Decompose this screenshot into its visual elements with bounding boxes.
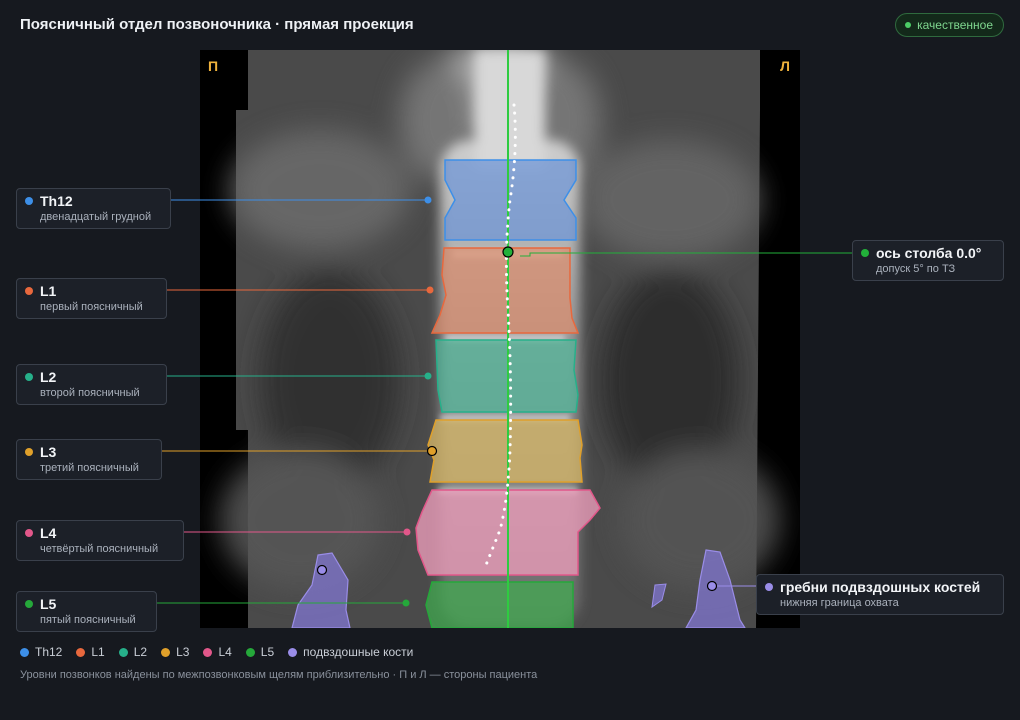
callout-l1-name: L1 — [40, 283, 57, 299]
l2-dot-icon — [25, 373, 33, 381]
patient-right-marker: П — [208, 58, 219, 74]
legend-item-th12[interactable]: Th12 — [20, 645, 62, 659]
legend-item-l3[interactable]: L3 — [161, 645, 189, 659]
legend-item-l2[interactable]: L2 — [118, 645, 148, 659]
callout-l2-name: L2 — [40, 369, 57, 385]
legend-dot-icon — [76, 647, 86, 657]
callout-iliac-sub: нижняя граница охвата — [780, 597, 899, 609]
callout-l4-sub: четвёртый поясничный — [40, 543, 159, 555]
callout-th12[interactable]: Th12 двенадцатый грудной — [16, 188, 171, 229]
legend-label: Th12 — [35, 645, 63, 659]
callout-l3-sub: третий поясничный — [40, 462, 139, 474]
legend-dot-icon — [118, 647, 128, 657]
callout-l2-sub: второй поясничный — [40, 387, 140, 399]
legend-dot-icon — [20, 647, 29, 657]
callout-iliac-name: гребни подвздошных костей — [780, 579, 981, 595]
legend-label: подвздошные кости — [303, 645, 414, 659]
th12-dot-icon — [25, 197, 33, 205]
page-title: Поясничный отдел позвоночника · прямая п… — [20, 16, 414, 33]
legend-label: L2 — [133, 645, 148, 659]
legend-dot-icon — [245, 647, 255, 657]
l4-dot-icon — [25, 529, 33, 537]
legend-dot-icon — [203, 647, 213, 657]
callout-l4[interactable]: L4 четвёртый поясничный — [16, 520, 184, 561]
legend-label: L5 — [260, 645, 275, 659]
legend-dot-icon — [161, 647, 171, 657]
callout-l5-name: L5 — [40, 596, 57, 612]
quality-badge-label: качественное — [917, 18, 993, 32]
callout-l3-name: L3 — [40, 444, 57, 460]
l3-dot-icon — [25, 448, 33, 456]
callout-l1[interactable]: L1 первый поясничный — [16, 278, 167, 319]
callout-l5[interactable]: L5 пятый поясничный — [16, 591, 157, 632]
status-dot-icon — [905, 22, 912, 28]
quality-badge: качественное — [895, 13, 1004, 37]
legend-label: L4 — [218, 645, 232, 659]
callout-l3[interactable]: L3 третий поясничный — [16, 439, 162, 480]
legend-item-l1[interactable]: L1 — [76, 645, 105, 659]
callout-axis[interactable]: ось столба 0.0° допуск 5° по ТЗ — [852, 240, 1004, 281]
l1-dot-icon — [25, 287, 33, 295]
callout-l1-sub: первый поясничный — [40, 301, 143, 313]
callout-l5-sub: пятый поясничный — [40, 614, 136, 626]
legend-label: L3 — [176, 645, 190, 659]
legend: Th12 L1 L2 L3 L4 L5 подвздошные кости — [20, 645, 413, 659]
callout-l2[interactable]: L2 второй поясничный — [16, 364, 167, 405]
callout-th12-sub: двенадцатый грудной — [40, 211, 152, 223]
patient-left-marker: Л — [780, 58, 790, 74]
legend-item-iliac[interactable]: подвздошные кости — [288, 645, 413, 659]
legend-item-l5[interactable]: L5 — [245, 645, 275, 659]
callout-axis-name: ось столба 0.0° — [876, 245, 982, 261]
axis-dot-icon — [861, 249, 869, 257]
scan-viewport[interactable]: П Л — [200, 50, 800, 628]
callout-iliac[interactable]: гребни подвздошных костей нижняя граница… — [756, 574, 1004, 615]
callout-l4-name: L4 — [40, 525, 57, 541]
ct-image — [200, 50, 800, 628]
callout-axis-sub: допуск 5° по ТЗ — [876, 263, 956, 275]
legend-label: L1 — [91, 645, 105, 659]
callout-th12-name: Th12 — [40, 193, 73, 209]
footnote: Уровни позвонков найдены по межпозвонков… — [20, 669, 538, 681]
l5-dot-icon — [25, 600, 33, 608]
legend-item-l4[interactable]: L4 — [203, 645, 232, 659]
legend-dot-icon — [288, 647, 298, 657]
iliac-dot-icon — [765, 583, 773, 591]
